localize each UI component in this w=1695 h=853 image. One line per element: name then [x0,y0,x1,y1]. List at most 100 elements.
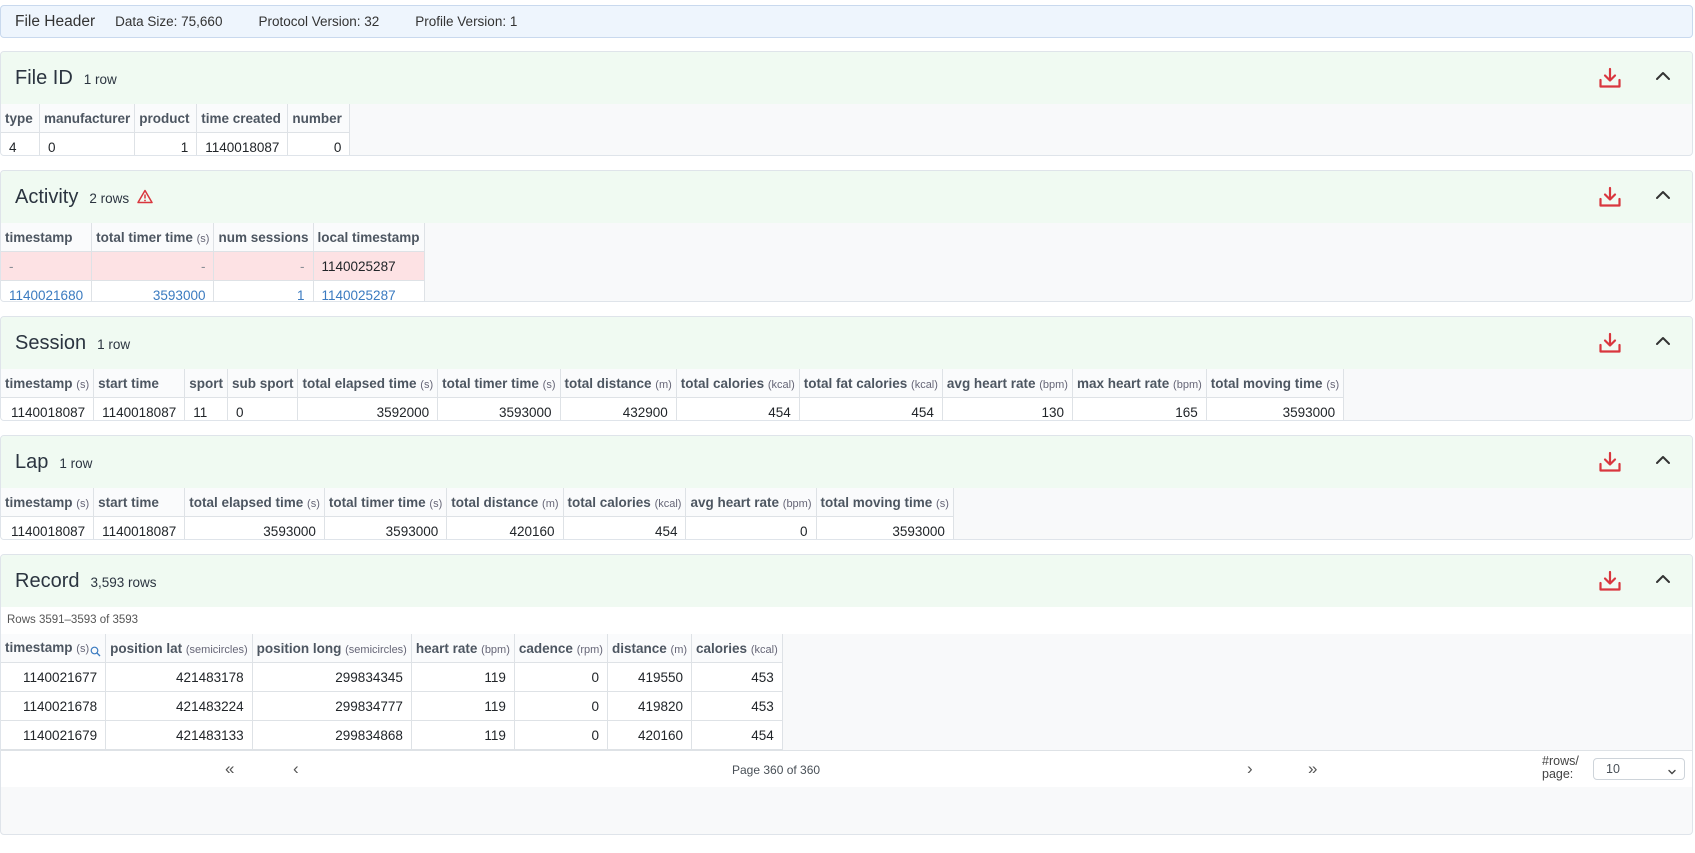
file-id-table: type manufacturer product time created n… [1,104,351,155]
row-count: 3,593 rows [90,575,157,590]
col-num-sessions[interactable]: num sessions [213,223,314,252]
cell-timestamp[interactable]: 1140021680 [1,280,93,301]
cell-total-moving-time: 3593000 [1206,397,1345,420]
pagination-bar: « ‹ Page 360 of 360 › » #rows/page: 10 [1,750,1692,787]
chevron-up-icon[interactable] [1655,189,1671,201]
cell-total-distance: 420160 [446,516,564,539]
col-timestamp[interactable]: timestamp [1,223,93,252]
col-total-calories[interactable]: total calories (kcal) [563,488,687,517]
cell-sport: 11 [184,397,228,420]
cell-timestamp: 1140021678 [1,691,107,721]
col-sport[interactable]: sport [184,369,228,398]
col-total-fat-calories[interactable]: total fat calories (kcal) [799,369,943,398]
cell-time-created: 1140018087 [196,132,289,155]
col-manufacturer[interactable]: manufacturer [39,104,136,133]
col-sub-sport[interactable]: sub sport [227,369,299,398]
cell-start-time: 1140018087 [93,516,186,539]
download-icon[interactable] [1598,332,1622,354]
col-distance[interactable]: distance (m) [607,634,693,663]
col-total-elapsed-time[interactable]: total elapsed time (s) [184,488,325,517]
col-position-lat[interactable]: position lat (semicircles) [105,634,253,663]
col-total-moving-time[interactable]: total moving time (s) [1206,369,1345,398]
col-start-time[interactable]: start time [93,369,186,398]
download-icon[interactable] [1598,570,1622,592]
download-icon[interactable] [1598,186,1622,208]
col-local-timestamp[interactable]: local timestamp [313,223,425,252]
lap-header[interactable]: Lap 1 row [1,436,1692,488]
col-time-created[interactable]: time created [196,104,289,133]
col-avg-heart-rate[interactable]: avg heart rate (bpm) [942,369,1073,398]
col-total-distance[interactable]: total distance (m) [446,488,564,517]
cell-avg-heart-rate: 130 [942,397,1073,420]
cell-timestamp: - [1,251,93,281]
table-row: 1140021677 421483178 299834345 119 0 419… [1,662,783,692]
cell-num-sessions[interactable]: 1 [213,280,314,301]
file-id-header[interactable]: File ID 1 row [1,52,1692,104]
col-total-timer-time[interactable]: total timer time (s) [91,223,215,252]
download-icon[interactable] [1598,67,1622,89]
first-page-button[interactable]: « [225,759,234,779]
rows-range-info: Rows 3591–3593 of 3593 [1,607,1692,634]
col-max-heart-rate[interactable]: max heart rate (bpm) [1072,369,1207,398]
cell-sub-sport: 0 [227,397,299,420]
cell-timestamp: 1140018087 [1,397,95,420]
last-page-button[interactable]: » [1308,759,1317,779]
col-total-timer-time[interactable]: total timer time (s) [324,488,448,517]
file-header-bar: File Header Data Size: 75,660 Protocol V… [0,5,1693,38]
page-info: Page 360 of 360 [732,763,821,777]
col-total-timer-time[interactable]: total timer time (s) [437,369,561,398]
cell-timestamp: 1140018087 [1,516,95,539]
cell-distance: 419550 [607,662,693,692]
profile-version: Profile Version: 1 [415,14,518,29]
col-timestamp[interactable]: timestamp (s) [1,634,107,663]
rows-per-page-select[interactable]: 10 [1593,758,1685,780]
table-row: 1140021678 421483224 299834777 119 0 419… [1,691,783,721]
search-icon[interactable] [90,646,101,657]
col-calories[interactable]: calories (kcal) [691,634,783,663]
prev-page-button[interactable]: ‹ [293,759,299,779]
session-table: timestamp (s) start time sport sub sport… [1,369,1345,420]
chevron-up-icon[interactable] [1655,70,1671,82]
table-row[interactable]: 1140021680 3593000 1 1140025287 [1,280,425,301]
col-heart-rate[interactable]: heart rate (bpm) [411,634,515,663]
col-cadence[interactable]: cadence (rpm) [514,634,608,663]
cell-heart-rate: 119 [411,691,515,721]
cell-total-timer-time: - [91,251,215,281]
next-page-button[interactable]: › [1247,759,1253,779]
cell-total-timer-time: 3593000 [324,516,448,539]
col-timestamp[interactable]: timestamp (s) [1,488,95,517]
section-title: Activity [15,185,79,208]
cell-timestamp: 1140021677 [1,662,107,692]
cell-product: 1 [134,132,198,155]
col-start-time[interactable]: start time [93,488,186,517]
col-total-elapsed-time[interactable]: total elapsed time (s) [297,369,439,398]
cell-local-timestamp[interactable]: 1140025287 [313,280,425,301]
col-total-moving-time[interactable]: total moving time (s) [816,488,954,517]
activity-header[interactable]: Activity 2 rows [1,171,1692,223]
rows-per-page-label: #rows/page: [1542,754,1579,781]
cell-position-lat: 421483178 [105,662,253,692]
col-total-distance[interactable]: total distance (m) [560,369,677,398]
chevron-up-icon[interactable] [1655,454,1671,466]
table-row: 1140021679 421483133 299834868 119 0 420… [1,720,783,750]
col-timestamp[interactable]: timestamp (s) [1,369,95,398]
lap-table: timestamp (s) start time total elapsed t… [1,488,954,539]
record-card: Record 3,593 rows Rows 3591–3593 of 3593… [0,554,1693,835]
cell-position-long: 299834345 [252,662,412,692]
protocol-version: Protocol Version: 32 [258,14,380,29]
record-header[interactable]: Record 3,593 rows [1,555,1692,607]
cell-total-timer-time[interactable]: 3593000 [91,280,215,301]
col-avg-heart-rate[interactable]: avg heart rate (bpm) [685,488,817,517]
col-type[interactable]: type [1,104,40,133]
chevron-up-icon[interactable] [1655,335,1671,347]
download-icon[interactable] [1598,451,1622,473]
chevron-up-icon[interactable] [1655,573,1671,585]
col-product[interactable]: product [134,104,198,133]
row-count: 1 row [97,337,131,352]
cell-total-elapsed-time: 3592000 [297,397,439,420]
cell-local-timestamp: 1140025287 [313,251,425,281]
session-header[interactable]: Session 1 row [1,317,1692,369]
col-total-calories[interactable]: total calories (kcal) [676,369,800,398]
col-position-long[interactable]: position long (semicircles) [252,634,412,663]
col-number[interactable]: number [287,104,351,133]
